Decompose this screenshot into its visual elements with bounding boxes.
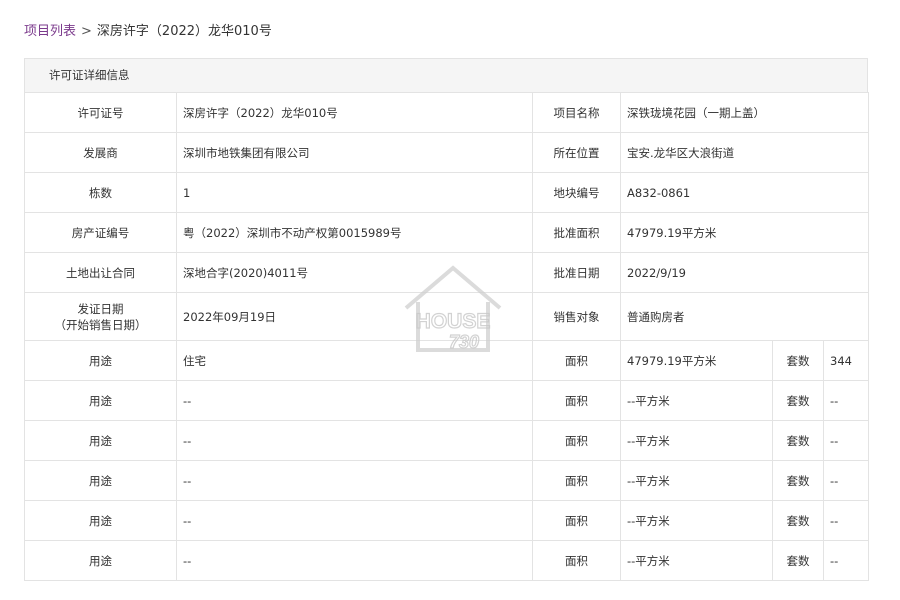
value-approval-date: 2022/9/19 <box>619 252 870 293</box>
panel-title: 许可证详细信息 <box>24 58 868 92</box>
usage-row: 用途 -- 面积 --平方米 套数 -- <box>24 500 870 541</box>
value-units: -- <box>822 460 870 501</box>
breadcrumb-link-project-list[interactable]: 项目列表 <box>24 24 76 39</box>
value-issue-date: 2022年09月19日 <box>176 292 533 341</box>
label-units: 套数 <box>772 340 824 381</box>
label-issue-date-line2: （开始销售日期） <box>54 317 147 332</box>
value-land-contract: 深地合字(2020)4011号 <box>176 252 533 293</box>
label-usage: 用途 <box>24 380 177 421</box>
label-sales-target: 销售对象 <box>532 292 621 341</box>
label-approval-date: 批准日期 <box>532 252 621 293</box>
detail-row: 发证日期 （开始销售日期） 2022年09月19日 销售对象 普通购房者 <box>24 292 870 341</box>
value-property-cert: 粤（2022）深圳市不动产权第0015989号 <box>176 212 533 253</box>
usage-row: 用途 -- 面积 --平方米 套数 -- <box>24 460 870 501</box>
label-area: 面积 <box>532 540 621 581</box>
label-license-no: 许可证号 <box>24 92 177 133</box>
label-units: 套数 <box>772 460 824 501</box>
value-units: -- <box>822 540 870 581</box>
value-area: --平方米 <box>620 540 773 581</box>
value-units: -- <box>822 380 870 421</box>
label-usage: 用途 <box>24 500 177 541</box>
detail-row: 发展商 深圳市地铁集团有限公司 所在位置 宝安.龙华区大浪街道 <box>24 132 870 173</box>
label-property-cert: 房产证编号 <box>24 212 177 253</box>
usage-row: 用途 -- 面积 --平方米 套数 -- <box>24 420 870 461</box>
label-usage: 用途 <box>24 340 177 381</box>
value-area: 47979.19平方米 <box>620 340 773 381</box>
label-area: 面积 <box>532 340 621 381</box>
value-location: 宝安.龙华区大浪街道 <box>619 132 870 173</box>
label-area: 面积 <box>532 460 621 501</box>
value-units: 344 <box>822 340 870 381</box>
label-area: 面积 <box>532 420 621 461</box>
value-area: --平方米 <box>620 460 773 501</box>
value-usage: -- <box>176 420 533 461</box>
breadcrumb-separator: > <box>81 24 92 39</box>
license-detail-table: 许可证号 深房许字（2022）龙华010号 项目名称 深铁珑境花园（一期上盖） … <box>24 92 870 581</box>
detail-row: 土地出让合同 深地合字(2020)4011号 批准日期 2022/9/19 <box>24 252 870 293</box>
label-location: 所在位置 <box>532 132 621 173</box>
label-plot-no: 地块编号 <box>532 172 621 213</box>
label-units: 套数 <box>772 540 824 581</box>
value-plot-no: A832-0861 <box>619 172 870 213</box>
license-detail-panel: 许可证详细信息 许可证号 深房许字（2022）龙华010号 项目名称 深铁珑境花… <box>24 58 870 581</box>
usage-row: 用途 -- 面积 --平方米 套数 -- <box>24 380 870 421</box>
value-usage: 住宅 <box>176 340 533 381</box>
detail-row: 许可证号 深房许字（2022）龙华010号 项目名称 深铁珑境花园（一期上盖） <box>24 92 870 133</box>
value-area: --平方米 <box>620 380 773 421</box>
value-area: --平方米 <box>620 420 773 461</box>
label-developer: 发展商 <box>24 132 177 173</box>
label-usage: 用途 <box>24 540 177 581</box>
value-usage: -- <box>176 500 533 541</box>
breadcrumb-current: 深房许字（2022）龙华010号 <box>96 24 272 39</box>
value-usage: -- <box>176 460 533 501</box>
value-units: -- <box>822 500 870 541</box>
label-units: 套数 <box>772 500 824 541</box>
detail-row: 房产证编号 粤（2022）深圳市不动产权第0015989号 批准面积 47979… <box>24 212 870 253</box>
value-license-no: 深房许字（2022）龙华010号 <box>176 92 533 133</box>
breadcrumb: 项目列表 > 深房许字（2022）龙华010号 <box>24 22 272 42</box>
value-usage: -- <box>176 540 533 581</box>
detail-row: 栋数 1 地块编号 A832-0861 <box>24 172 870 213</box>
label-usage: 用途 <box>24 460 177 501</box>
value-developer: 深圳市地铁集团有限公司 <box>176 132 533 173</box>
label-land-contract: 土地出让合同 <box>24 252 177 293</box>
label-project-name: 项目名称 <box>532 92 621 133</box>
label-area: 面积 <box>532 500 621 541</box>
label-issue-date: 发证日期 （开始销售日期） <box>24 292 177 341</box>
label-units: 套数 <box>772 380 824 421</box>
usage-row: 用途 住宅 面积 47979.19平方米 套数 344 <box>24 340 870 381</box>
value-building-count: 1 <box>176 172 533 213</box>
label-units: 套数 <box>772 420 824 461</box>
usage-row: 用途 -- 面积 --平方米 套数 -- <box>24 540 870 581</box>
value-units: -- <box>822 420 870 461</box>
label-approved-area: 批准面积 <box>532 212 621 253</box>
value-sales-target: 普通购房者 <box>619 292 870 341</box>
value-usage: -- <box>176 380 533 421</box>
value-approved-area: 47979.19平方米 <box>619 212 870 253</box>
label-building-count: 栋数 <box>24 172 177 213</box>
label-area: 面积 <box>532 380 621 421</box>
label-usage: 用途 <box>24 420 177 461</box>
value-area: --平方米 <box>620 500 773 541</box>
label-issue-date-line1: 发证日期 <box>77 301 124 316</box>
value-project-name: 深铁珑境花园（一期上盖） <box>619 92 870 133</box>
